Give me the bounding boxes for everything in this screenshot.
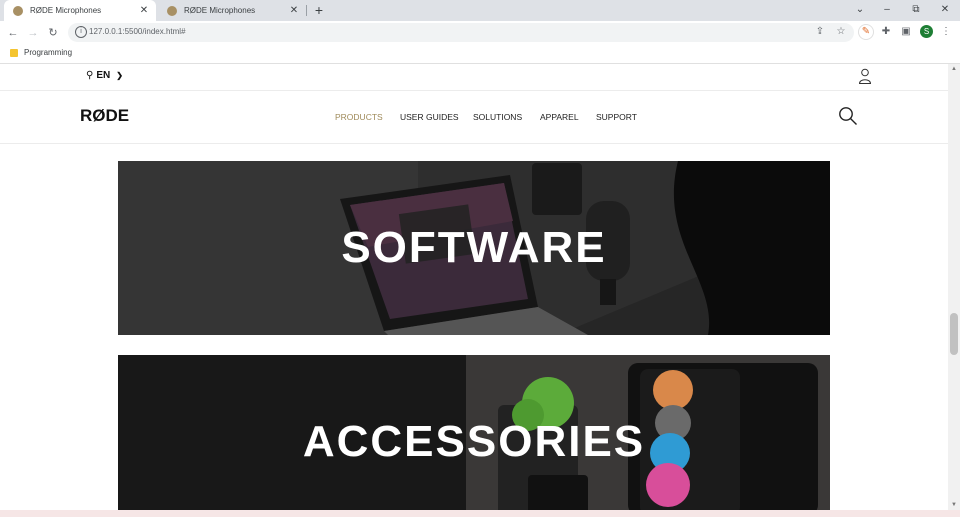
bookmarks-bar: Programming bbox=[0, 44, 960, 64]
scroll-up-arrow-icon[interactable]: ▲ bbox=[948, 64, 960, 74]
nav-solutions[interactable]: SOLUTIONS bbox=[473, 112, 522, 122]
menu-kebab-icon[interactable]: ⋮ bbox=[939, 25, 953, 39]
reload-icon[interactable]: ↻ bbox=[45, 25, 61, 41]
bottom-strip bbox=[0, 510, 960, 517]
browser-toolbar: ← → ↻ i 127.0.0.1:5500/index.html# ⇪ ☆ ✎… bbox=[0, 21, 960, 44]
site-favicon-icon bbox=[13, 5, 23, 16]
utility-bar: ⚲ EN ❯ bbox=[0, 64, 948, 91]
nav-user-guides[interactable]: USER GUIDES bbox=[400, 112, 459, 122]
chevron-down-icon: ❯ bbox=[116, 71, 123, 80]
site-favicon-icon bbox=[167, 5, 177, 16]
accessories-tile-label: ACCESSORIES bbox=[302, 417, 646, 466]
close-tab-icon[interactable]: ✕ bbox=[288, 5, 300, 16]
browser-tab-strip: RØDE Microphones ✕ RØDE Microphones ✕ + … bbox=[0, 0, 960, 21]
close-tab-icon[interactable]: ✕ bbox=[138, 5, 150, 16]
software-tile-label: SOFTWARE bbox=[341, 223, 607, 272]
language-selector[interactable]: ⚲ EN ❯ bbox=[86, 70, 123, 81]
nav-products[interactable]: PRODUCTS bbox=[335, 112, 383, 122]
scroll-down-arrow-icon[interactable]: ▼ bbox=[948, 500, 960, 510]
scroll-thumb[interactable] bbox=[950, 313, 958, 355]
bookmark-star-icon[interactable]: ☆ bbox=[834, 25, 848, 39]
side-panel-icon[interactable]: ▣ bbox=[899, 25, 913, 39]
new-tab-button[interactable]: + bbox=[312, 2, 326, 18]
tab-title: RØDE Microphones bbox=[184, 6, 256, 15]
tab-separator bbox=[306, 5, 307, 16]
back-arrow-icon[interactable]: ← bbox=[5, 25, 21, 41]
page-viewport: ⚲ EN ❯ RØDE PRODUCTS USER GUIDES SOLUTIO… bbox=[0, 64, 948, 510]
nav-apparel[interactable]: APPAREL bbox=[540, 112, 579, 122]
address-url[interactable]: 127.0.0.1:5500/index.html# bbox=[89, 27, 186, 36]
rode-logo[interactable]: RØDE bbox=[80, 106, 129, 126]
page-scrollbar[interactable]: ▲ ▼ bbox=[948, 64, 960, 510]
address-bar[interactable]: i 127.0.0.1:5500/index.html# ⇪ ☆ bbox=[68, 23, 854, 42]
accessories-category-tile[interactable]: ACCESSORIES bbox=[118, 355, 830, 510]
extensions-puzzle-icon[interactable]: ✚ bbox=[879, 25, 893, 39]
forward-arrow-icon[interactable]: → bbox=[25, 25, 41, 41]
browser-tab-active[interactable]: RØDE Microphones ✕ bbox=[4, 0, 156, 21]
bookmark-programming[interactable]: Programming bbox=[24, 48, 72, 57]
language-label: EN bbox=[96, 70, 111, 81]
profile-avatar[interactable]: S bbox=[920, 25, 933, 38]
folder-icon bbox=[10, 49, 18, 57]
tab-title: RØDE Microphones bbox=[30, 6, 102, 15]
site-info-icon[interactable]: i bbox=[75, 26, 87, 38]
user-account-icon[interactable] bbox=[858, 68, 872, 84]
nav-support[interactable]: SUPPORT bbox=[596, 112, 637, 122]
location-pin-icon: ⚲ bbox=[86, 70, 94, 81]
minimize-button[interactable]: – bbox=[872, 2, 902, 18]
main-navigation: RØDE PRODUCTS USER GUIDES SOLUTIONS APPA… bbox=[0, 91, 948, 144]
search-icon[interactable] bbox=[838, 106, 858, 126]
tab-search-icon[interactable]: ⌄ bbox=[845, 2, 875, 18]
close-window-button[interactable]: ✕ bbox=[930, 2, 960, 18]
browser-tab-inactive[interactable]: RØDE Microphones ✕ bbox=[158, 0, 306, 21]
pen-extension-icon[interactable]: ✎ bbox=[859, 25, 873, 39]
restore-button[interactable]: ⧉ bbox=[901, 2, 931, 18]
software-category-tile[interactable]: SOFTWARE bbox=[118, 161, 830, 335]
share-icon[interactable]: ⇪ bbox=[813, 25, 827, 39]
